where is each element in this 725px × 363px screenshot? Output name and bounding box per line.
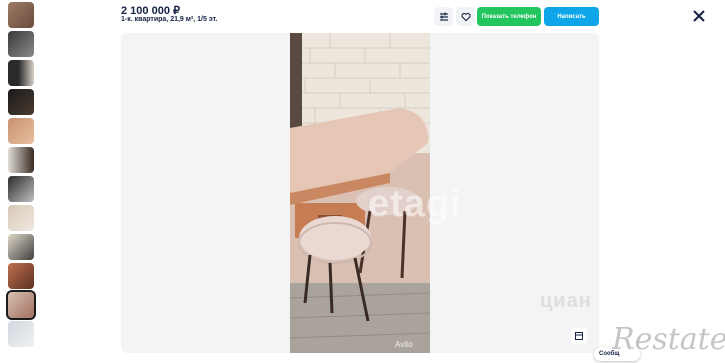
avito-watermark: Avito bbox=[395, 340, 413, 349]
cian-watermark: циан bbox=[540, 290, 592, 312]
show-phone-button[interactable]: Показать телефон bbox=[477, 7, 541, 26]
thumbnail-3[interactable] bbox=[8, 60, 34, 86]
listing-gallery-page: 2 100 000 ₽ 1-к. квартира, 21,9 м², 1/5 … bbox=[0, 0, 725, 363]
listing-subtitle: 1-к. квартира, 21,9 м², 1/5 эт. bbox=[121, 16, 218, 23]
fullscreen-button[interactable] bbox=[571, 328, 587, 344]
thumbnail-2[interactable] bbox=[8, 31, 34, 57]
thumbnail-12[interactable] bbox=[8, 321, 34, 347]
compare-button[interactable] bbox=[434, 7, 453, 26]
photo-viewer[interactable]: etagi Avito bbox=[121, 33, 599, 353]
thumbnail-strip[interactable] bbox=[6, 2, 36, 350]
fullscreen-icon bbox=[575, 332, 583, 340]
heart-icon bbox=[460, 12, 471, 21]
compare-icon bbox=[439, 12, 448, 21]
close-icon[interactable] bbox=[692, 9, 706, 23]
thumbnail-7[interactable] bbox=[8, 176, 34, 202]
restate-watermark: Restate bbox=[612, 322, 725, 357]
thumbnail-6[interactable] bbox=[8, 147, 34, 173]
thumbnail-5[interactable] bbox=[8, 118, 34, 144]
favorite-button[interactable] bbox=[456, 7, 475, 26]
thumbnail-10[interactable] bbox=[8, 263, 34, 289]
thumbnail-8[interactable] bbox=[8, 205, 34, 231]
write-button[interactable]: Написать bbox=[544, 7, 599, 26]
etagi-watermark: etagi bbox=[368, 183, 462, 225]
thumbnail-4[interactable] bbox=[8, 89, 34, 115]
thumbnail-9[interactable] bbox=[8, 234, 34, 260]
thumbnail-11-active[interactable] bbox=[6, 290, 36, 320]
thumbnail-1[interactable] bbox=[8, 2, 34, 28]
